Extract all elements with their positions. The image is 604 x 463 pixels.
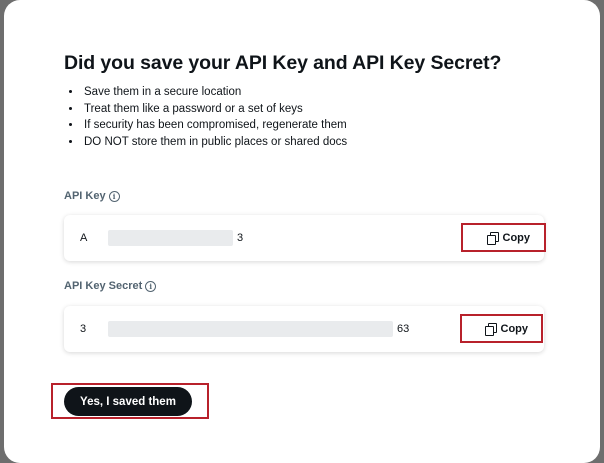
api-key-label-text: API Key (64, 190, 106, 202)
api-key-redaction (108, 230, 233, 246)
api-key-field: A 3 Copy (64, 215, 544, 261)
list-item: If security has been compromised, regene… (82, 117, 347, 134)
list-item: DO NOT store them in public places or sh… (82, 134, 347, 151)
info-circle-icon[interactable]: i (108, 190, 120, 202)
copy-label: Copy (502, 232, 531, 244)
copy-icon (484, 323, 497, 336)
api-key-value-end: 3 (237, 232, 244, 244)
api-key-secret-redaction (108, 321, 393, 337)
copy-label: Copy (500, 323, 529, 335)
list-item: Treat them like a password or a set of k… (82, 101, 347, 118)
instructions-list: Save them in a secure location Treat the… (64, 84, 347, 150)
copy-api-key-secret-button[interactable]: Copy (465, 318, 543, 340)
api-keys-dialog: Did you save your API Key and API Key Se… (4, 0, 600, 463)
dialog-title: Did you save your API Key and API Key Se… (64, 52, 502, 74)
confirm-saved-button[interactable]: Yes, I saved them (64, 387, 192, 416)
api-key-secret-value-start: 3 (80, 323, 87, 335)
copy-icon (486, 232, 499, 245)
copy-api-key-button[interactable]: Copy (467, 227, 545, 249)
info-circle-icon[interactable]: i (145, 280, 157, 292)
api-key-secret-label-text: API Key Secret (64, 280, 143, 292)
api-key-secret-label: API Key Secret i (64, 280, 157, 292)
api-key-secret-field: 3 63 Copy (64, 306, 544, 352)
api-key-value-start: A (80, 232, 88, 244)
api-key-secret-value-end: 63 (397, 323, 410, 335)
api-key-label: API Key i (64, 190, 120, 202)
list-item: Save them in a secure location (82, 84, 347, 101)
